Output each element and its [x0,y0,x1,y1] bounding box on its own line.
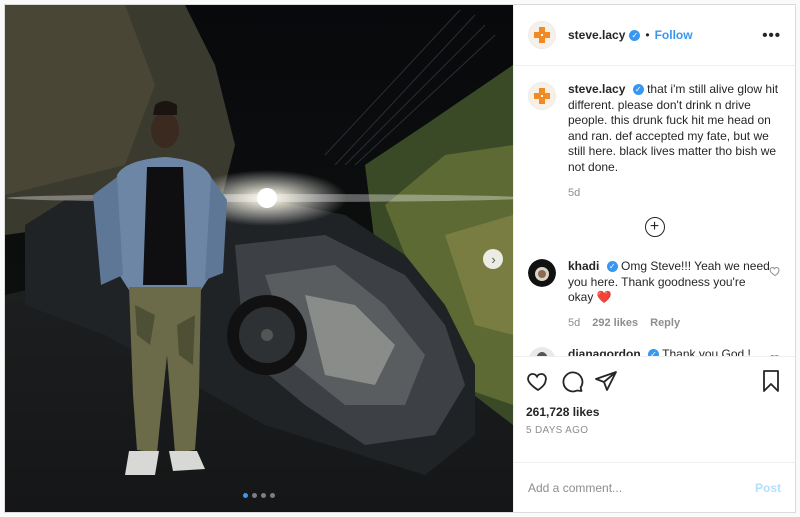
comment-username[interactable]: khadi [568,259,599,273]
more-icon[interactable]: ••• [762,27,781,44]
next-photo-button[interactable]: › [483,249,503,269]
avatar[interactable] [528,21,556,49]
heart-icon[interactable] [526,369,550,393]
heart-icon[interactable] [769,353,781,356]
verified-icon: ✓ [606,261,618,273]
separator: • [645,28,650,42]
avatar[interactable] [528,259,556,287]
caption-username[interactable]: steve.lacy [568,82,625,96]
carousel-dot [261,493,266,498]
comment-meta: 5d 292 likes Reply [568,316,774,332]
post-header: steve.lacy ✓ • Follow ••• [514,5,795,66]
load-more-comments-button[interactable]: + [528,217,781,237]
share-icon[interactable] [594,369,618,393]
post-photo[interactable]: › [5,5,513,512]
action-icons [526,365,783,397]
post-author-username[interactable]: steve.lacy [568,28,625,42]
comment-item: khadi ✓ Omg Steve!!! Yeah we need you he… [528,259,781,331]
comment-body: dianagordon ✓ Thank you God ! Thank you … [568,347,774,356]
post-details-panel: steve.lacy ✓ • Follow ••• steve.lacy ✓ t [513,5,795,512]
comment-username[interactable]: dianagordon [568,347,641,356]
heart-icon[interactable] [769,265,781,277]
comment-body: khadi ✓ Omg Steve!!! Yeah we need you he… [568,259,774,331]
comment-icon[interactable] [560,369,584,393]
caption-timestamp: 5d [568,187,581,199]
verified-icon: ✓ [648,349,660,356]
carousel-dot [243,493,248,498]
caption-text: steve.lacy ✓ that i'm still alive glow h… [568,82,781,175]
post-modal: › steve.lacy ✓ • Follow ••• steve.lacy ✓… [4,4,796,513]
avatar[interactable] [528,347,556,356]
chevron-right-icon: › [491,251,496,267]
comment-item: dianagordon ✓ Thank you God ! Thank you … [528,347,781,356]
caption: steve.lacy ✓ that i'm still alive glow h… [528,82,781,175]
heart-emoji: ❤️ [596,290,612,304]
post-actions: 261,728 likes 5 DAYS AGO [514,356,795,462]
comment-likes[interactable]: 292 likes [592,316,638,332]
comment-input[interactable] [528,480,755,495]
post-date: 5 DAYS AGO [526,425,589,436]
follow-button[interactable]: Follow [655,28,693,42]
photo-scene [5,5,513,512]
carousel-dot [270,493,275,498]
profile-logo-icon [534,27,550,43]
avatar[interactable] [528,82,556,110]
add-circle-icon: + [644,217,665,237]
verified-icon: ✓ [629,29,641,41]
like-count[interactable]: 261,728 likes [526,405,783,419]
bookmark-icon[interactable] [759,369,783,393]
carousel-indicator [5,493,513,498]
comments-section: steve.lacy ✓ that i'm still alive glow h… [514,66,795,356]
profile-logo-icon [534,88,550,104]
carousel-dot [252,493,257,498]
add-comment-bar: Post [514,462,795,512]
verified-icon: ✓ [632,84,644,96]
reply-button[interactable]: Reply [650,316,680,332]
comment-timestamp: 5d [568,316,581,329]
post-comment-button[interactable]: Post [755,481,781,495]
